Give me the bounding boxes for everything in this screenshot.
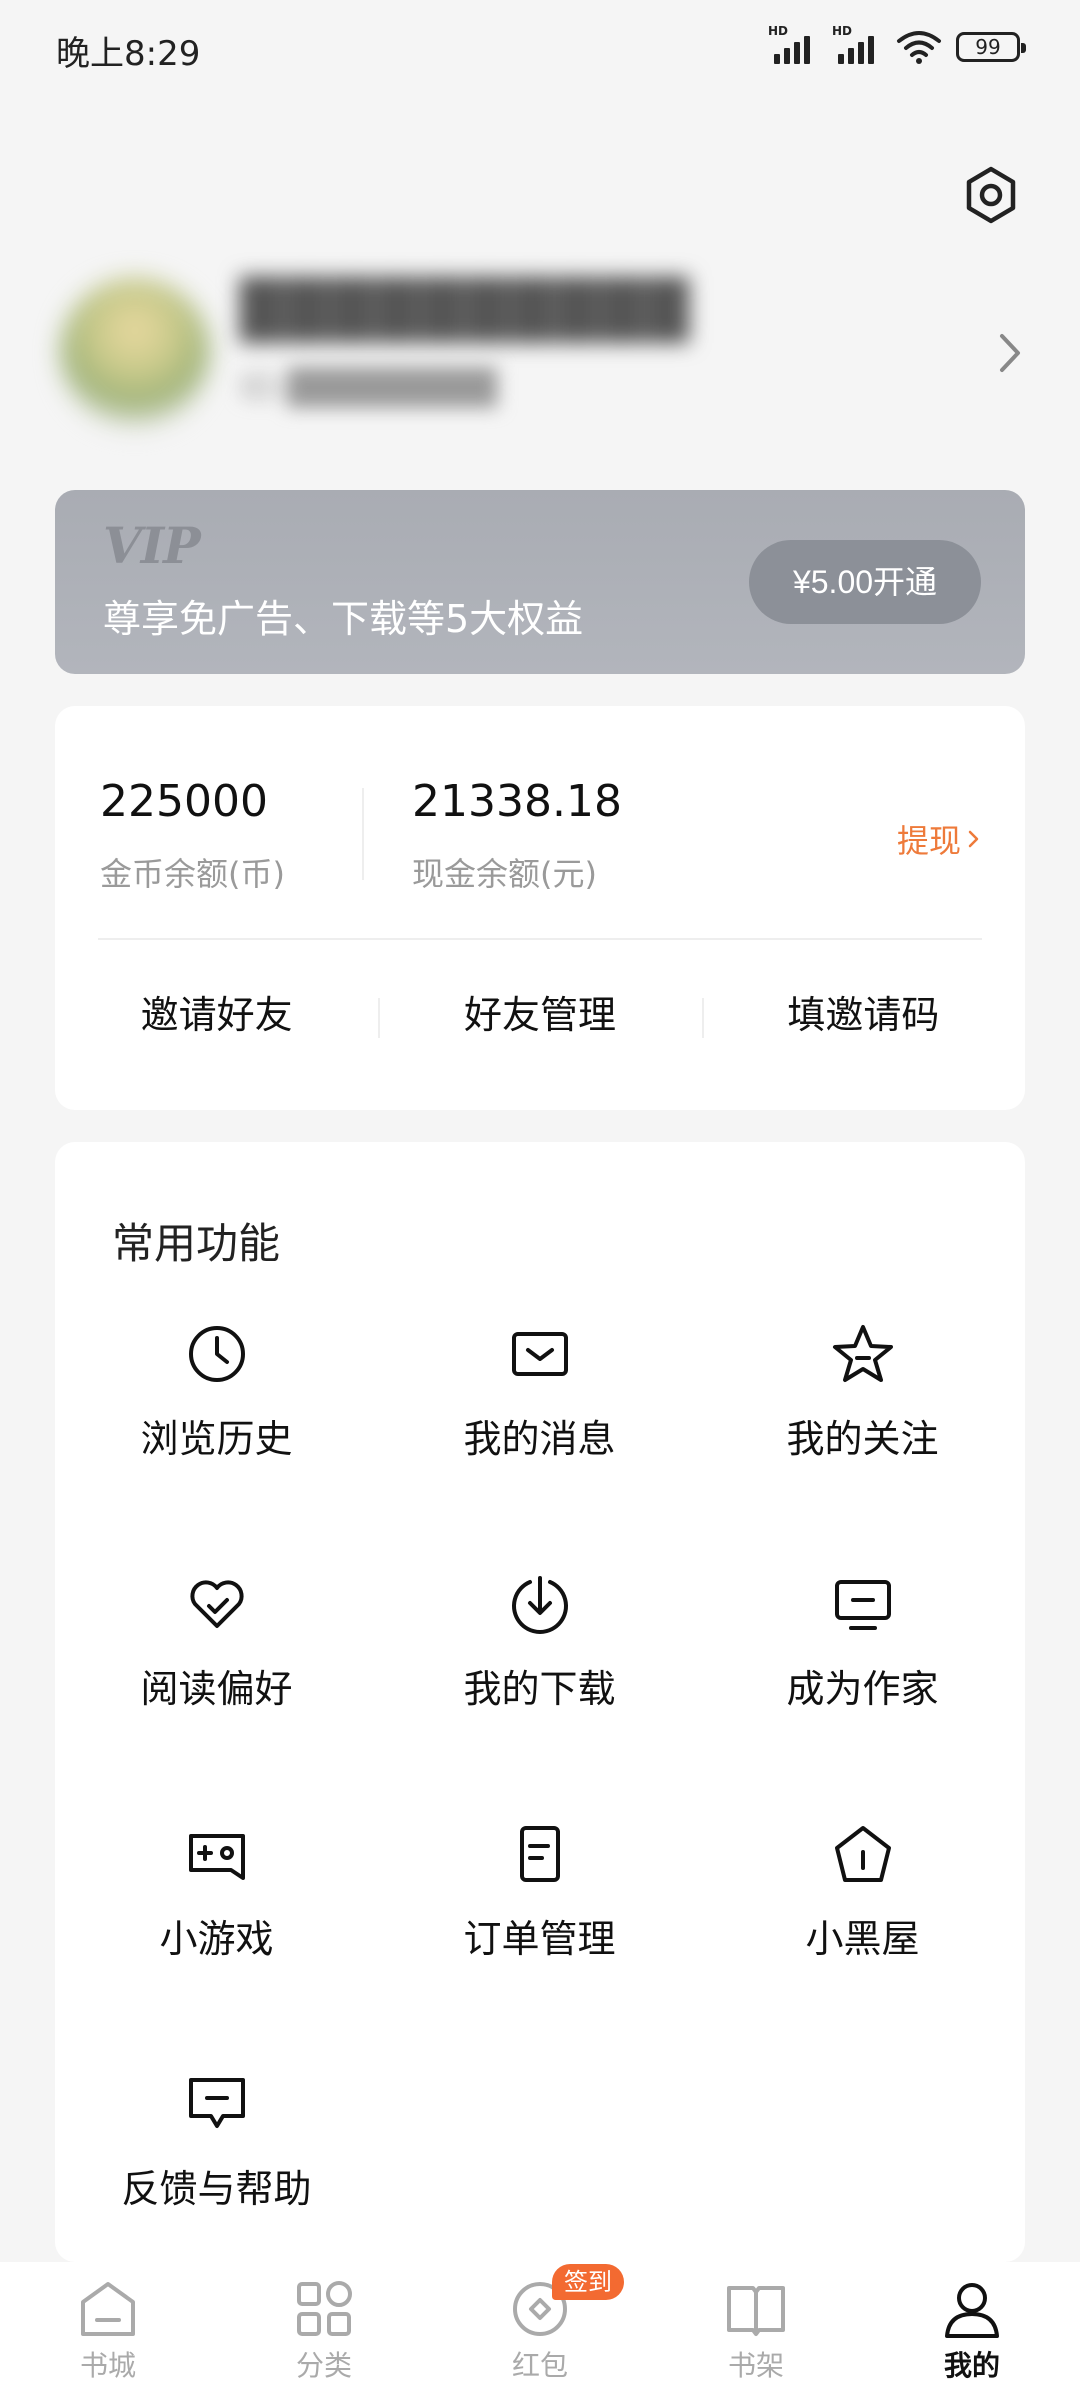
divider [362,788,364,880]
wallet-card: 225000 金币余额(币) 21338.18 现金余额(元) 提现 邀请好友 … [55,706,1025,1110]
nav-bookstore[interactable]: 书城 [0,2262,216,2400]
function-label: 成为作家 [786,1667,939,1711]
nav-label: 我的 [943,2349,1000,2382]
download-icon [511,1576,568,1634]
function-blacklist[interactable]: 小黑屋 [701,1822,1024,2022]
chevron-right-icon[interactable] [990,328,1030,378]
cash-label: 现金余额(元) [412,855,597,893]
nav-label: 书城 [79,2349,136,2382]
clock-icon [188,1326,245,1382]
vip-open-button[interactable]: ¥5.00开通 [749,540,981,624]
nav-bookshelf[interactable]: 书架 [648,2262,864,2400]
function-mini-games[interactable]: 小游戏 [55,1822,378,2022]
bottom-nav: 书城 分类 红包 签到 书架 我的 [0,2262,1080,2400]
checkin-badge: 签到 [552,2264,624,2300]
vip-banner[interactable]: VIP 尊享免广告、下载等5大权益 ¥5.00开通 [55,490,1025,674]
profile-page: 晚上8:29 HD HD 99 ██████████ ID:████████ V… [0,0,1080,2400]
nav-label: 书架 [727,2349,784,2382]
signal-icon-2: HD [832,24,882,66]
function-browse-history[interactable]: 浏览历史 [55,1322,378,1522]
function-label: 浏览历史 [140,1417,293,1461]
withdraw-label: 提现 [897,822,962,860]
function-label: 小游戏 [159,1917,274,1961]
function-label: 我的消息 [463,1417,616,1461]
status-icons: HD HD 99 [768,24,1026,66]
nav-category[interactable]: 分类 [216,2262,432,2400]
user-icon [945,2283,999,2338]
home-icon [81,2282,135,2336]
function-reading-preference[interactable]: 阅读偏好 [55,1572,378,1772]
enter-invite-code-button[interactable]: 填邀请码 [701,980,1025,1050]
battery-icon: 99 [956,32,1026,62]
heart-check-icon [189,1580,244,1628]
profile-header[interactable]: ██████████ ID:████████ [50,268,1030,438]
document-icon [519,1826,560,1882]
friend-management-button[interactable]: 好友管理 [378,980,701,1050]
common-functions-card: 常用功能 浏览历史 我的消息 我的关注 阅读偏好 我的下载 成为作家 小游戏 订… [55,1142,1025,2262]
star-icon [832,1325,893,1382]
divider [98,938,982,940]
settings-gear-icon[interactable] [960,164,1022,226]
nav-mine[interactable]: 我的 [864,2262,1080,2400]
function-label: 订单管理 [463,1917,616,1961]
house-alert-icon [834,1826,891,1882]
function-label: 反馈与帮助 [121,2167,312,2211]
signal-icon: HD [768,24,818,66]
coin-label: 金币余额(币) [100,855,285,893]
chevron-right-icon [968,830,979,848]
function-my-downloads[interactable]: 我的下载 [378,1572,701,1772]
function-feedback-help[interactable]: 反馈与帮助 [55,2072,378,2272]
avatar[interactable] [60,278,210,428]
nav-label: 红包 [511,2349,568,2382]
function-become-writer[interactable]: 成为作家 [701,1572,1024,1772]
gamepad-icon [188,1834,245,1880]
book-icon [727,2286,785,2336]
status-time: 晚上8:29 [56,34,201,74]
feedback-icon [188,2078,245,2128]
wifi-icon [897,31,941,64]
nav-red-packet[interactable]: 红包 签到 [432,2262,648,2400]
cash-amount: 21338.18 [412,776,622,827]
status-bar: 晚上8:29 HD HD 99 [0,0,1080,100]
wallet-links: 邀请好友 好友管理 填邀请码 [55,980,1025,1050]
function-label: 阅读偏好 [140,1667,293,1711]
coin-amount: 225000 [100,776,268,827]
invite-friends-button[interactable]: 邀请好友 [55,980,378,1050]
vip-logo: VIP [103,516,201,575]
message-icon [511,1332,568,1376]
coin-balance[interactable]: 225000 金币余额(币) [100,776,285,895]
withdraw-link[interactable]: 提现 [897,816,981,862]
user-id: ID:████████ [240,368,497,408]
function-my-follows[interactable]: 我的关注 [701,1322,1024,1522]
nav-label: 分类 [295,2349,352,2382]
function-label: 我的关注 [786,1417,939,1461]
function-label: 我的下载 [463,1667,616,1711]
function-my-messages[interactable]: 我的消息 [378,1322,701,1522]
monitor-icon [834,1580,891,1630]
grid-icon [297,2281,352,2336]
function-label: 小黑屋 [805,1917,920,1961]
cash-balance[interactable]: 21338.18 现金余额(元) [412,776,622,895]
section-title: 常用功能 [112,1219,281,1268]
vip-description: 尊享免广告、下载等5大权益 [103,597,584,641]
username: ██████████ [240,278,691,343]
function-order-management[interactable]: 订单管理 [378,1822,701,2022]
